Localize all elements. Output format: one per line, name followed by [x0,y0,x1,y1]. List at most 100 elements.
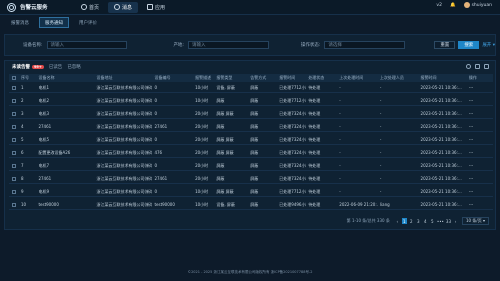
home-icon [81,4,87,10]
row-checkbox[interactable] [12,137,16,142]
row-alarm-time: 已处理7324小时 [279,110,306,116]
table-row[interactable]: 9 电机9 浙江某云互联技术有限公司(新增... 0 10小时 屏蔽 屏蔽 屏蔽 已处理771… [9,187,493,197]
col-last-handler[interactable]: 上次处理人员 [378,75,419,81]
row-checkbox[interactable] [12,150,16,155]
row-checkbox[interactable] [12,98,16,103]
row-status: 待处理 [308,175,321,181]
row-report-time: 2023-05-21 10:36:... [420,163,462,168]
row-report-time: 2023-05-21 10:36:... [420,111,462,116]
table-row[interactable]: 10 test90000 浙江某云互联技术有限公司(新增... test90000 10… [9,200,493,210]
row-actions[interactable]: --- [467,176,493,181]
select-all-checkbox[interactable] [12,76,16,80]
nav-home[interactable]: 首页 [75,2,105,13]
address-label: 产地: [173,43,184,48]
density-icon[interactable] [475,64,480,69]
page-button[interactable]: 1 [401,218,407,224]
col-report-time[interactable]: 报警时间 [419,75,467,81]
table-row[interactable]: 6 配置更改设备A26 浙江某云互联技术有限公司(新增... 476 20小时 屏蔽 屏蔽… [9,148,493,158]
reset-button[interactable]: 重置 [434,41,456,49]
row-actions[interactable]: --- [467,124,493,129]
col-alarm-time[interactable]: 报警时间 [277,75,306,81]
tab-user-reviews[interactable]: 用户评价 [73,17,103,28]
row-actions[interactable]: --- [467,163,493,168]
row-status: 待处理 [308,84,321,90]
refresh-icon[interactable] [466,64,471,69]
col-alarm-desc[interactable]: 报警描述 [193,75,214,81]
message-icon [114,4,121,10]
row-device-name: 27461 [38,124,52,129]
page-button[interactable]: ••• [437,218,444,224]
table-row[interactable]: 1 电机1 浙江某云互联技术有限公司(新增... 0 10小时 设备, 屏蔽 屏蔽 已处理77… [9,83,493,93]
logo[interactable]: 告警云服务 [7,2,67,12]
row-alarm-desc: 10小时 [195,97,209,103]
settings-icon[interactable] [484,64,489,69]
page-button[interactable]: 2 [409,218,414,224]
page-button[interactable]: 3 [416,218,421,224]
tab-unread[interactable]: 未读告警 99+ [12,64,44,70]
row-address: 浙江某云互联技术有限公司(新增... [96,188,153,194]
expand-filters-link[interactable]: 展开 ▾ [482,42,495,48]
nav-apps[interactable]: 应用 [141,2,171,13]
row-checkbox[interactable] [12,124,16,129]
user-name[interactable]: shuiyuan [472,3,492,8]
pagination: 第 1-10 条/总共 330 条 ‹ 1 2 3 4 5 ••• 33 › 10 条/页 ▾ [347,217,489,225]
page-button[interactable]: 4 [423,218,428,224]
table-tabs: 未读告警 99+ 已读告 已忽略 [12,64,86,70]
status-select[interactable]: 请选择 [324,41,406,49]
address-input[interactable]: 请输入 [187,41,269,49]
row-actions[interactable]: --- [467,85,493,90]
table-row[interactable]: 2 电机2 浙江某云互联技术有限公司(新增...0 10小时 屏蔽 屏蔽 已处理7712小时… [9,96,493,106]
col-index[interactable]: 序号 [19,75,36,81]
row-report-time: 2023-05-21 10:36:... [420,189,462,194]
apps-icon [147,4,154,10]
row-checkbox[interactable] [12,111,16,116]
row-alarm-desc: 20小时 [195,123,209,129]
row-last-handler: - [379,111,382,116]
table-row[interactable]: 5 电机5 浙江某云互联技术有限公司(新增... 0 20小时 屏蔽 屏蔽 屏蔽 已处理732… [9,135,493,145]
row-checkbox[interactable] [12,163,16,168]
avatar[interactable] [463,2,470,8]
row-actions[interactable]: --- [467,111,493,116]
col-device-code[interactable]: 设备编号 [152,75,193,81]
row-status: 待处理 [308,188,321,194]
row-checkbox[interactable] [12,202,16,207]
col-address[interactable]: 设备地址 [94,75,152,81]
nav-apps-label: 应用 [155,4,166,11]
col-status[interactable]: 处理状态 [306,75,337,81]
col-alarm-method[interactable]: 告警方式 [248,75,277,81]
row-checkbox[interactable] [12,189,16,194]
table-row[interactable]: 7 电机7 浙江某云互联技术有限公司(新增...0 20小时 屏蔽 屏蔽 已处理7324小时… [9,161,493,171]
row-actions[interactable]: --- [467,98,493,103]
notification-bell-icon[interactable]: 🔔 [450,3,456,8]
tab-alarm-messages[interactable]: 报警消息 [5,17,35,28]
row-status: 待处理 [308,110,321,116]
row-actions[interactable]: --- [467,150,493,155]
row-address: 浙江某云互联技术有限公司(新增... [96,136,153,142]
col-last-handled-time[interactable]: 上次处理时间 [337,75,378,81]
row-index: 6 [21,150,24,155]
page-button[interactable]: 5 [430,218,435,224]
tab-ignored[interactable]: 已忽略 [67,64,81,70]
table-row[interactable]: 3 电机3 浙江某云互联技术有限公司(新增... 0 20小时 屏蔽 屏蔽 屏蔽 已处理732… [9,109,493,119]
user-area: v2 🔔 shuiyuan [428,2,492,8]
col-alarm-type[interactable]: 报警类型 [214,75,248,81]
prev-page-button[interactable]: ‹ [395,218,400,224]
row-device-code: 0 [154,137,157,142]
table-row[interactable]: 4 27461 浙江某云互联技术有限公司(新增... 27461 20小时 屏蔽 屏蔽 已处理… [9,122,493,132]
nav-messages[interactable]: 消息 [108,1,139,13]
tab-service-notices[interactable]: 服务通知 [39,17,69,28]
device-name-input[interactable]: 请输入 [46,41,128,49]
row-actions[interactable]: --- [467,202,493,207]
row-alarm-method: 屏蔽 [250,175,259,181]
page-size-select[interactable]: 10 条/页 ▾ [462,217,489,225]
tab-read[interactable]: 已读告 [49,64,63,70]
row-actions[interactable]: --- [467,137,493,142]
page-button[interactable]: 33 [446,218,451,224]
col-device-name[interactable]: 设备名称 [36,75,94,81]
row-actions[interactable]: --- [467,189,493,194]
row-checkbox[interactable] [12,85,16,90]
next-page-button[interactable]: › [453,218,458,224]
table-row[interactable]: 8 27461 浙江某云互联技术有限公司(新增... 27461 20小时 屏蔽 屏蔽 已处理… [9,174,493,184]
search-button[interactable]: 搜索 [458,41,480,49]
row-checkbox[interactable] [12,176,16,181]
